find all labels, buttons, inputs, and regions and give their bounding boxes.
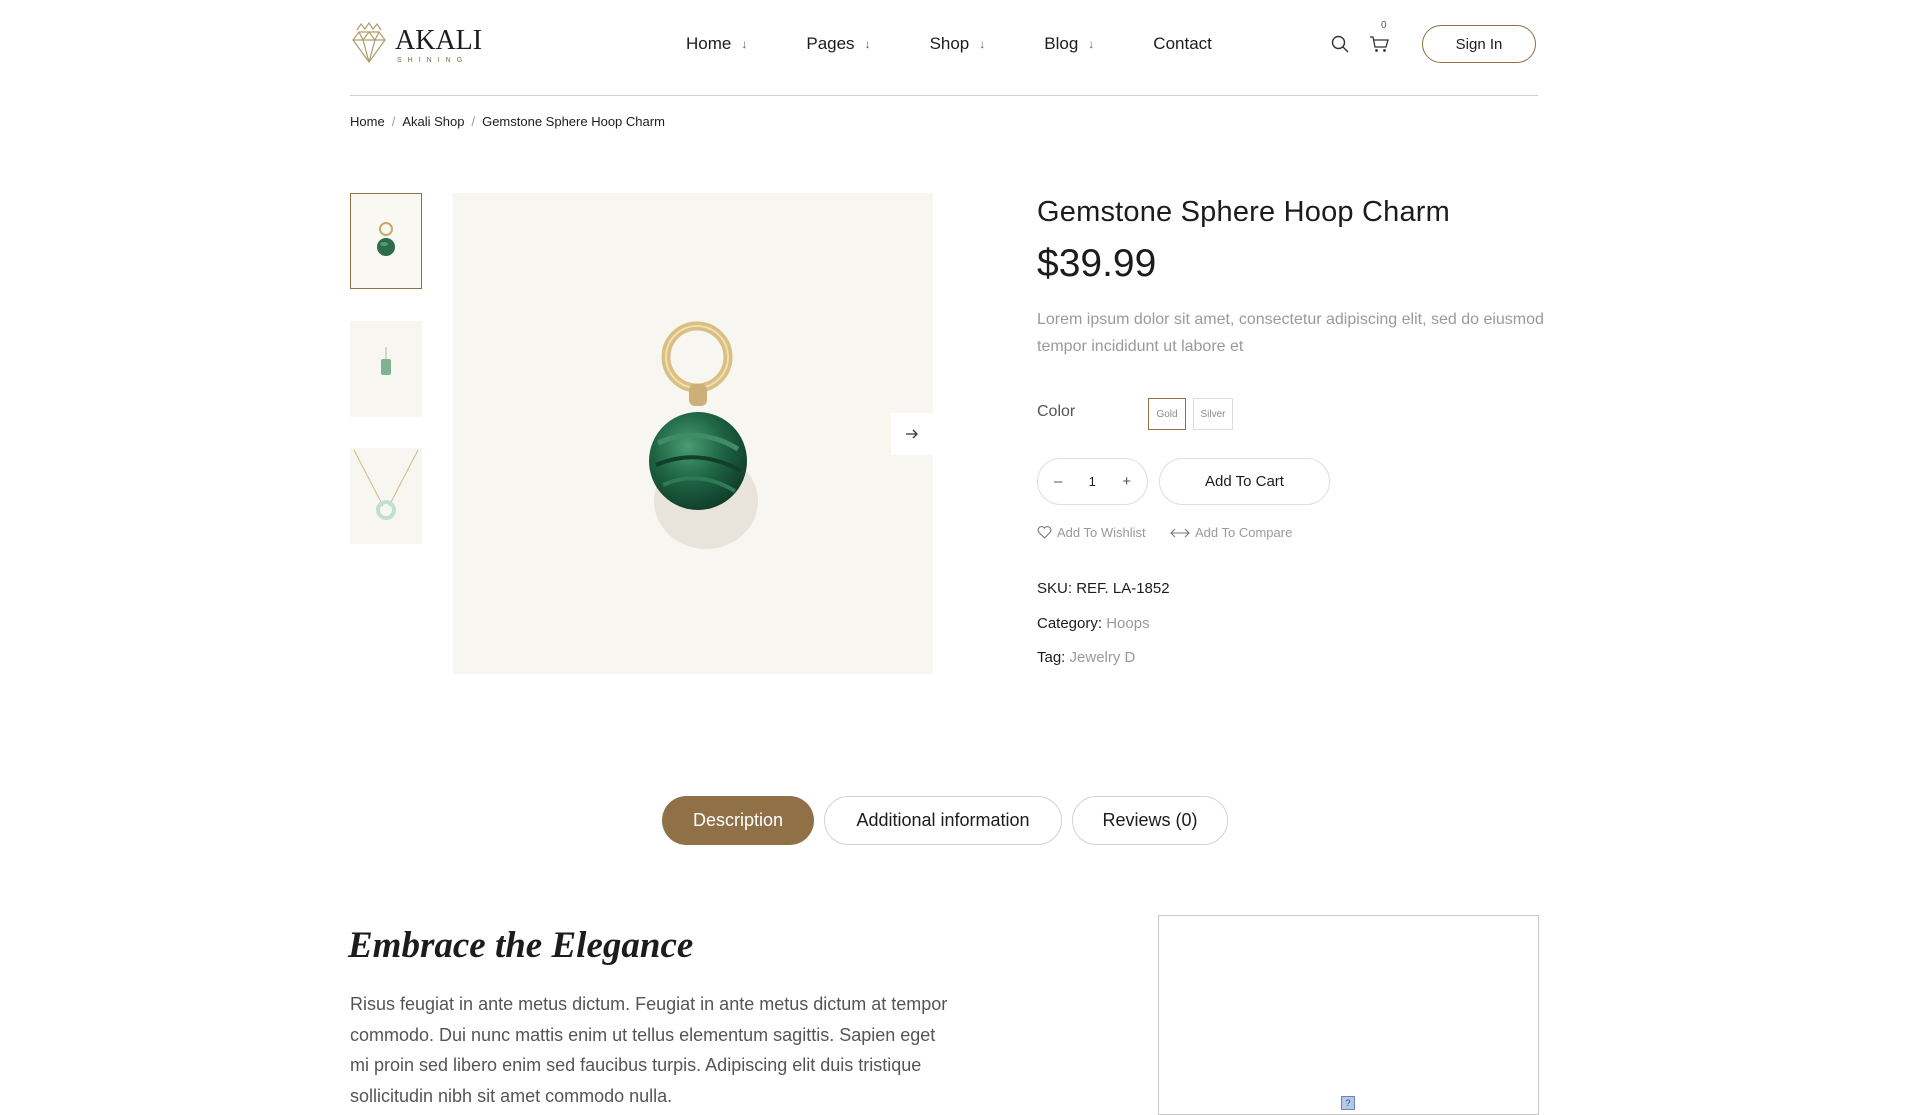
nav-item-blog[interactable]: Blog ↓ bbox=[1044, 34, 1094, 54]
quantity-input[interactable]: 1 bbox=[1080, 474, 1104, 489]
description-body: Risus feugiat in ante metus dictum. Feug… bbox=[350, 994, 948, 1106]
main-product-image bbox=[453, 193, 933, 674]
product-short-description: Lorem ipsum dolor sit amet, consectetur … bbox=[1037, 311, 1544, 355]
color-label: Color bbox=[1037, 403, 1076, 420]
next-image-button[interactable] bbox=[891, 413, 933, 455]
header-divider bbox=[350, 95, 1538, 96]
brand-wordmark: AKALI SHINING bbox=[395, 25, 483, 65]
quantity-stepper: – 1 + bbox=[1037, 458, 1148, 505]
nav-item-contact[interactable]: Contact bbox=[1153, 34, 1212, 54]
nav-item-home[interactable]: Home ↓ bbox=[686, 34, 747, 54]
arrow-down-icon: ↓ bbox=[1088, 37, 1095, 51]
gemstone-charm-image bbox=[649, 321, 758, 549]
sku-label: SKU: bbox=[1037, 580, 1073, 597]
color-option-gold[interactable]: Gold bbox=[1148, 398, 1186, 430]
description-heading: Embrace the Elegance bbox=[348, 925, 694, 966]
page: AKALI SHINING Home ↓ Pages ↓ Shop ↓ Blog… bbox=[0, 0, 1920, 1115]
breadcrumb-separator: / bbox=[391, 114, 396, 129]
arrow-down-icon: ↓ bbox=[979, 37, 986, 51]
thumbnail-charm-front[interactable] bbox=[350, 193, 422, 289]
category-link[interactable]: Hoops bbox=[1106, 615, 1149, 632]
compare-arrows-icon bbox=[1170, 528, 1190, 537]
category-label: Category: bbox=[1037, 615, 1103, 632]
sign-in-button[interactable]: Sign In bbox=[1422, 25, 1536, 63]
thumbnail-necklace[interactable] bbox=[350, 448, 422, 544]
arrow-down-icon: ↓ bbox=[864, 37, 871, 51]
cart-count-badge: 0 bbox=[1381, 20, 1387, 31]
nav-item-label: Pages bbox=[806, 34, 855, 53]
search-icon[interactable] bbox=[1331, 35, 1349, 53]
tab-description[interactable]: Description bbox=[662, 796, 814, 845]
nav-item-label: Shop bbox=[929, 34, 970, 53]
thumbnail-charm-side[interactable] bbox=[350, 321, 422, 417]
description-media-frame bbox=[1158, 915, 1539, 1115]
tag-link[interactable]: Jewelry D bbox=[1070, 649, 1136, 666]
breadcrumb-home[interactable]: Home bbox=[350, 114, 385, 129]
add-to-wishlist-link[interactable]: Add To Wishlist bbox=[1037, 525, 1146, 540]
nav-item-label: Contact bbox=[1153, 34, 1212, 53]
cart-icon[interactable] bbox=[1369, 35, 1389, 53]
sku-value: REF. LA-1852 bbox=[1076, 580, 1170, 597]
product-tag: Tag: Jewelry D bbox=[1037, 649, 1135, 666]
nav-item-label: Home bbox=[686, 34, 732, 53]
broken-image-icon: ? bbox=[1341, 1096, 1355, 1110]
quantity-increase-button[interactable]: + bbox=[1122, 473, 1131, 490]
compare-label: Add To Compare bbox=[1195, 525, 1293, 540]
add-to-compare-link[interactable]: Add To Compare bbox=[1170, 525, 1292, 540]
product-title: Gemstone Sphere Hoop Charm bbox=[1037, 196, 1451, 228]
nav-item-shop[interactable]: Shop ↓ bbox=[930, 34, 986, 54]
brand-tagline: SHINING bbox=[397, 57, 469, 64]
quantity-decrease-button[interactable]: – bbox=[1054, 473, 1062, 490]
breadcrumb: Home / Akali Shop / Gemstone Sphere Hoop… bbox=[350, 114, 665, 129]
brand-name: AKALI bbox=[395, 25, 483, 56]
add-to-cart-button[interactable]: Add To Cart bbox=[1159, 458, 1330, 505]
heart-icon bbox=[1037, 526, 1052, 539]
nav-item-pages[interactable]: Pages ↓ bbox=[806, 34, 870, 54]
tab-additional-information[interactable]: Additional information bbox=[824, 796, 1062, 845]
color-option-silver[interactable]: Silver bbox=[1193, 398, 1233, 430]
main-nav: Home ↓ Pages ↓ Shop ↓ Blog ↓ Contact bbox=[686, 34, 1212, 54]
diamond-crown-icon bbox=[352, 22, 386, 64]
brand-logo[interactable]: AKALI SHINING bbox=[349, 22, 482, 66]
wishlist-label: Add To Wishlist bbox=[1057, 525, 1146, 540]
arrow-down-icon: ↓ bbox=[741, 37, 748, 51]
necklace-thumbnail-image bbox=[353, 449, 419, 520]
breadcrumb-separator: / bbox=[471, 114, 476, 129]
arrow-right-icon bbox=[906, 429, 918, 439]
product-category: Category: Hoops bbox=[1037, 615, 1150, 632]
breadcrumb-current: Gemstone Sphere Hoop Charm bbox=[482, 114, 665, 129]
charm-thumbnail-image bbox=[377, 222, 395, 256]
nav-item-label: Blog bbox=[1044, 34, 1079, 53]
charm-side-thumbnail-image bbox=[381, 347, 391, 375]
tab-reviews[interactable]: Reviews (0) bbox=[1072, 796, 1228, 845]
product-price: $39.99 bbox=[1037, 242, 1157, 285]
breadcrumb-shop[interactable]: Akali Shop bbox=[402, 114, 464, 129]
tag-label: Tag: bbox=[1037, 649, 1066, 666]
product-sku: SKU: REF. LA-1852 bbox=[1037, 580, 1170, 597]
